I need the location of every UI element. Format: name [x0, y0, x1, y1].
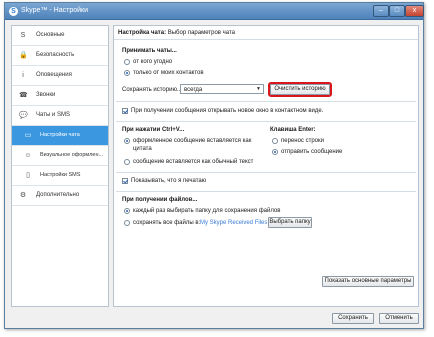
enter-send-label: отправить сообщение — [281, 149, 343, 155]
choose-folder-each-time-label: каждый раз выбирать папку для сохранения… — [133, 208, 281, 214]
accept-contacts-radio[interactable] — [124, 70, 130, 76]
sidebar-item-notifications[interactable]: i Оповещения — [12, 66, 108, 86]
sidebar-item-label: Основные — [36, 32, 65, 38]
chat-bubble-icon: ▭ — [24, 132, 32, 139]
maximize-button[interactable]: □ — [389, 5, 405, 17]
history-value: всегда — [184, 86, 203, 93]
accept-contacts-label: только от моих контактов — [133, 70, 204, 76]
enter-key-title: Клавиша Enter: — [270, 127, 316, 133]
save-button[interactable]: Сохранить — [332, 313, 374, 324]
cancel-button[interactable]: Отменить — [379, 313, 419, 324]
paste-plain-radio[interactable] — [124, 159, 130, 165]
sidebar-item-chat-settings[interactable]: ▭ Настройки чата — [12, 126, 108, 146]
sidebar-item-label: Звонки — [36, 92, 56, 98]
settings-sidebar: S Основные 🔒 Безопасность i Оповещения ☎… — [11, 25, 109, 307]
sms-icon: ▯ — [26, 172, 30, 179]
chat-settings-panel: Настройка чата: Выбор параметров чата Пр… — [113, 25, 419, 307]
sidebar-item-visual-style[interactable]: ☺ Визуальное оформлен... — [12, 146, 108, 166]
divider — [116, 172, 416, 173]
lock-icon: 🔒 — [19, 52, 28, 59]
clear-history-button[interactable]: Очистить историю — [268, 82, 332, 97]
panel-header: Настройка чата: Выбор параметров чата — [114, 26, 418, 40]
divider — [116, 191, 416, 192]
sidebar-item-advanced[interactable]: ⚙ Дополнительно — [12, 186, 108, 206]
settings-window: S Skype™ - Настройки – □ x S Основные 🔒 … — [4, 2, 424, 329]
divider — [116, 101, 416, 102]
accept-anyone-radio[interactable] — [124, 59, 130, 65]
paste-quote-radio[interactable] — [124, 138, 130, 144]
skype-icon: S — [20, 32, 26, 39]
panel-title: Настройка чата: Выбор параметров чата — [118, 30, 235, 36]
paste-plain-label: сообщение вставляется как обычный текст — [133, 159, 254, 165]
minimize-button[interactable]: – — [373, 5, 389, 17]
enter-newline-radio[interactable] — [272, 138, 278, 144]
accept-anyone-label: от кого угодно — [133, 59, 173, 65]
save-all-files-radio[interactable] — [124, 220, 130, 226]
sidebar-item-label: Безопасность — [36, 52, 75, 58]
show-typing-label: Показывать, что я печатаю — [131, 178, 207, 184]
info-icon: i — [22, 72, 24, 79]
show-typing-checkbox[interactable] — [122, 178, 128, 184]
sidebar-item-security[interactable]: 🔒 Безопасность — [12, 46, 108, 66]
chevron-down-icon: ▼ — [256, 86, 261, 92]
history-select[interactable]: всегда ▼ — [180, 84, 264, 94]
skype-logo-icon: S — [9, 7, 18, 16]
paste-quote-label-line2: цитата — [133, 146, 152, 152]
show-basic-settings-button[interactable]: Показать основные параметры — [322, 276, 414, 287]
enter-send-radio[interactable] — [272, 149, 278, 155]
smiley-icon: ☺ — [24, 152, 32, 159]
sidebar-item-calls[interactable]: ☎ Звонки — [12, 86, 108, 106]
sidebar-item-sms-settings[interactable]: ▯ Настройки SMS — [12, 166, 108, 186]
save-all-files-label: сохранять все файлы в: — [133, 220, 201, 226]
sidebar-item-chats-sms[interactable]: 💬 Чаты и SMS — [12, 106, 108, 126]
sidebar-item-label: Визуальное оформлен... — [40, 152, 104, 158]
window-title: Skype™ - Настройки — [21, 7, 88, 14]
close-button[interactable]: x — [405, 5, 424, 17]
title-bar[interactable]: S Skype™ - Настройки – □ x — [5, 3, 424, 20]
file-receive-title: При получении файлов... — [122, 197, 198, 203]
panel-title-rest: Выбор параметров чата — [166, 30, 235, 36]
paste-quote-label-line1: оформленное сообщение вставляется как — [133, 138, 252, 144]
divider — [116, 121, 416, 122]
sidebar-item-label: Настройки SMS — [40, 172, 81, 178]
enter-newline-label: перенос строки — [281, 138, 324, 144]
sidebar-item-label: Настройки чата — [40, 132, 80, 138]
ctrl-v-title: При нажатии Ctrl+V... — [122, 127, 185, 133]
sidebar-item-label: Чаты и SMS — [36, 112, 70, 118]
panel-title-bold: Настройка чата: — [118, 30, 167, 36]
open-new-window-checkbox[interactable] — [122, 108, 128, 114]
received-files-folder-link[interactable]: My Skype Received Files — [200, 220, 267, 226]
sidebar-item-label: Дополнительно — [36, 192, 80, 198]
gear-icon: ⚙ — [19, 192, 27, 199]
accept-chats-title: Принимать чаты... — [122, 48, 177, 54]
choose-folder-each-time-radio[interactable] — [124, 208, 130, 214]
phone-icon: ☎ — [19, 92, 28, 99]
choose-folder-button[interactable]: Выбрать папку — [268, 217, 312, 228]
sidebar-item-general[interactable]: S Основные — [12, 26, 108, 46]
chat-icon: 💬 — [19, 112, 28, 119]
open-new-window-label: При получении сообщения открывать новое … — [131, 108, 324, 114]
sidebar-item-label: Оповещения — [36, 72, 72, 78]
history-label: Сохранять историю... — [122, 87, 182, 93]
